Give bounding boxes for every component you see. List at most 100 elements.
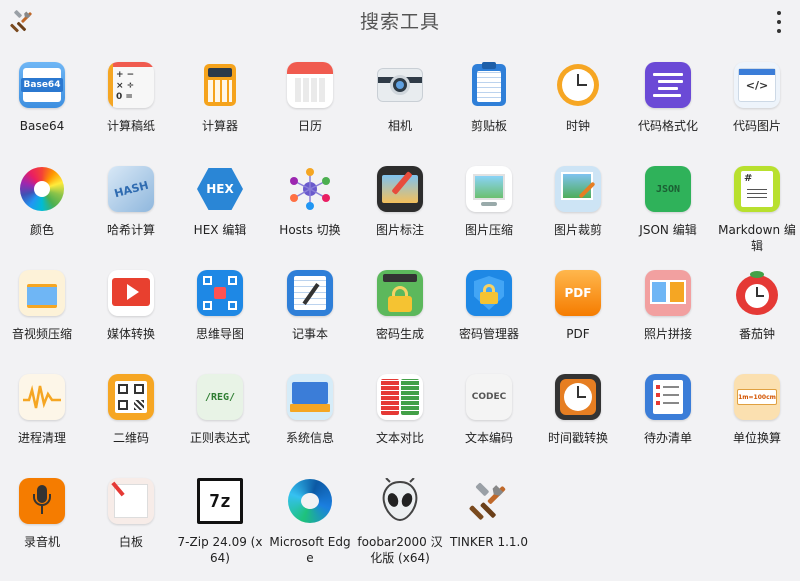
tool-label: 音视频压缩 xyxy=(11,327,72,341)
tool-tile[interactable]: foobar2000 汉化版 (x64) xyxy=(357,478,443,576)
image-annotate-icon xyxy=(377,166,423,212)
tool-label: 图片标注 xyxy=(375,223,424,237)
tool-tile[interactable]: 时钟 xyxy=(538,62,618,160)
text-encoding-icon: CODEC xyxy=(466,374,512,420)
image-crop-icon xyxy=(555,166,601,212)
tool-label: 计算稿纸 xyxy=(106,119,155,133)
tool-tile[interactable]: 相机 xyxy=(360,62,440,160)
page-title: 搜索工具 xyxy=(359,11,440,33)
tool-tile[interactable]: 密码管理器 xyxy=(449,270,529,368)
tool-tile[interactable]: Microsoft Edge xyxy=(269,478,351,576)
tool-label: 代码格式化 xyxy=(637,119,698,133)
7zip-icon: 7z xyxy=(197,478,243,524)
more-vertical-icon[interactable] xyxy=(772,10,786,34)
tool-label: 思维导图 xyxy=(195,327,244,341)
code-format-icon xyxy=(645,62,691,108)
tool-label: 时钟 xyxy=(565,119,590,133)
tool-tile[interactable]: 媒体转换 xyxy=(91,270,171,368)
tool-tile[interactable]: 系统信息 xyxy=(270,374,350,472)
tool-tile[interactable]: 文本对比 xyxy=(360,374,440,472)
foobar-icon xyxy=(377,478,423,524)
calculator-icon xyxy=(197,62,243,108)
tool-tile[interactable]: 图片标注 xyxy=(360,166,440,264)
pdf-icon: PDF xyxy=(555,270,601,316)
tool-label: Microsoft Edge xyxy=(269,535,351,565)
tool-tile[interactable]: /REG/ 正则表达式 xyxy=(180,374,260,472)
tool-tile[interactable]: 代码格式化 xyxy=(628,62,708,160)
tool-label: 哈希计算 xyxy=(106,223,155,237)
microphone-icon xyxy=(19,478,65,524)
tool-tile[interactable]: Hosts 切换 xyxy=(270,166,350,264)
calculator-paper-icon: + − × ÷ 0 = xyxy=(108,62,154,108)
tool-tile[interactable]: 待办清单 xyxy=(628,374,708,472)
tool-label: 剪贴板 xyxy=(470,119,507,133)
tool-tile[interactable]: 音视频压缩 xyxy=(2,270,82,368)
tool-tile[interactable]: PDF PDF xyxy=(538,270,618,368)
clipboard-icon xyxy=(466,62,512,108)
tool-tile[interactable]: 计算器 xyxy=(180,62,260,160)
tool-label: 正则表达式 xyxy=(189,431,250,445)
hash-icon: HASH xyxy=(108,166,154,212)
tool-tile[interactable]: 二维码 xyxy=(91,374,171,472)
tool-tile[interactable]: TINKER 1.1.0 xyxy=(449,478,529,576)
tool-tile[interactable]: 图片压缩 xyxy=(449,166,529,264)
regex-icon: /REG/ xyxy=(197,374,243,420)
qrcode-icon xyxy=(108,374,154,420)
tool-tile[interactable]: 7z 7-Zip 24.09 (x64) xyxy=(178,478,262,576)
tool-tile[interactable]: 颜色 xyxy=(2,166,82,264)
edge-icon xyxy=(287,478,333,524)
notepad-icon xyxy=(287,270,333,316)
password-generate-icon xyxy=(377,270,423,316)
tool-tile[interactable]: 记事本 xyxy=(270,270,350,368)
tool-label: 文本对比 xyxy=(375,431,424,445)
tool-tile[interactable]: + − × ÷ 0 = 计算稿纸 xyxy=(91,62,171,160)
tool-label: 代码图片 xyxy=(732,119,781,133)
tool-tile[interactable]: 时间戳转换 xyxy=(538,374,618,472)
tool-tile[interactable]: Base64 Base64 xyxy=(2,62,82,160)
tool-tile[interactable]: 番茄钟 xyxy=(717,270,797,368)
tool-label: 番茄钟 xyxy=(738,327,775,341)
tool-label: 系统信息 xyxy=(285,431,334,445)
tool-tile[interactable]: CODEC 文本编码 xyxy=(449,374,529,472)
tool-tile[interactable]: 进程清理 xyxy=(2,374,82,472)
tool-tile[interactable]: 剪贴板 xyxy=(449,62,529,160)
tool-tile[interactable]: 照片拼接 xyxy=(628,270,708,368)
system-info-icon xyxy=(287,374,333,420)
tool-label: 记事本 xyxy=(291,327,328,341)
tool-tile[interactable]: </> 代码图片 xyxy=(717,62,797,160)
whiteboard-icon xyxy=(108,478,154,524)
tool-label: Base64 xyxy=(19,119,65,133)
tool-label: Markdown 编辑 xyxy=(718,223,796,253)
tool-label: 日历 xyxy=(297,119,322,133)
tool-tile[interactable]: 白板 xyxy=(91,478,171,576)
tool-tile[interactable]: HEX HEX 编辑 xyxy=(180,166,260,264)
photo-stitch-icon xyxy=(645,270,691,316)
tool-label: 相机 xyxy=(387,119,412,133)
text-compare-icon xyxy=(377,374,423,420)
tool-label: 图片裁剪 xyxy=(553,223,602,237)
tool-tile[interactable]: 密码生成 xyxy=(360,270,440,368)
tool-label: 时间戳转换 xyxy=(547,431,608,445)
tool-label: 文本编码 xyxy=(464,431,513,445)
tool-tile[interactable]: 日历 xyxy=(270,62,350,160)
tool-label: 待办清单 xyxy=(643,431,692,445)
tool-tile[interactable]: 图片裁剪 xyxy=(538,166,618,264)
camera-icon xyxy=(377,62,423,108)
tool-tile[interactable]: 1m=100cm 单位换算 xyxy=(717,374,797,472)
password-manager-icon xyxy=(466,270,512,316)
tool-label: 单位换算 xyxy=(732,431,781,445)
tool-tile[interactable]: 录音机 xyxy=(2,478,82,576)
code-image-icon: </> xyxy=(734,62,780,108)
tool-tile[interactable]: 思维导图 xyxy=(180,270,260,368)
tool-tile[interactable]: JSON JSON 编辑 xyxy=(628,166,708,264)
tool-label: foobar2000 汉化版 (x64) xyxy=(357,535,443,565)
top-bar: 搜索工具 xyxy=(0,0,800,44)
base64-icon: Base64 xyxy=(19,62,65,108)
tool-label: TINKER 1.1.0 xyxy=(450,535,528,549)
tool-label: 二维码 xyxy=(112,431,149,445)
tool-tile[interactable]: HASH 哈希计算 xyxy=(91,166,171,264)
markdown-icon: # xyxy=(734,166,780,212)
tool-tile[interactable]: # Markdown 编辑 xyxy=(717,166,797,264)
tool-label: 图片压缩 xyxy=(464,223,513,237)
process-clean-icon xyxy=(19,374,65,420)
